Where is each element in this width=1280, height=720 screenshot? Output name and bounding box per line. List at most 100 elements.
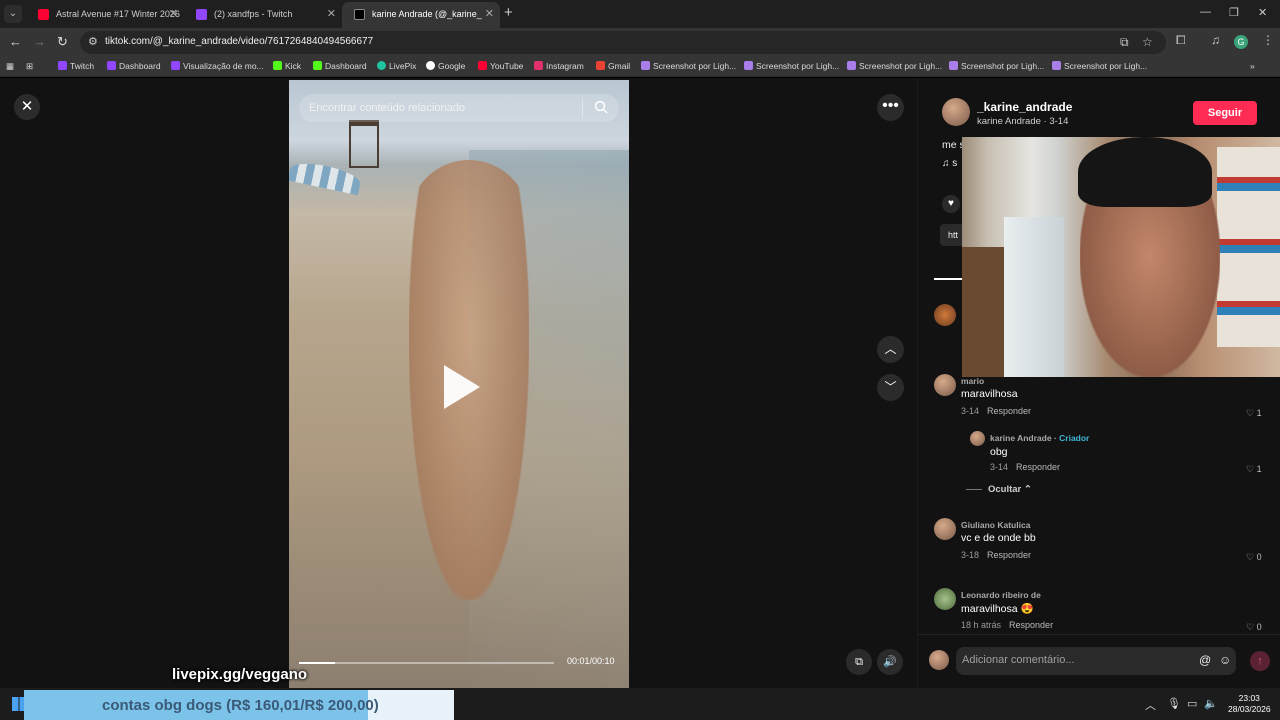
comment-author[interactable]: Giuliano Katulica bbox=[961, 520, 1030, 530]
reply-author[interactable]: karine Andrade · Criador bbox=[990, 433, 1089, 443]
instagram-icon bbox=[534, 61, 543, 70]
comment-like[interactable]: ♡ 1 bbox=[1246, 408, 1262, 419]
webcam-door bbox=[1004, 217, 1064, 377]
install-icon[interactable]: ⧉ bbox=[1120, 35, 1129, 50]
more-bookmarks-icon[interactable]: » bbox=[1250, 61, 1255, 71]
search-icon[interactable] bbox=[593, 99, 609, 115]
send-icon[interactable]: ↑ bbox=[1250, 651, 1270, 671]
restore-icon[interactable]: ❐ bbox=[1229, 6, 1239, 19]
menu-icon[interactable]: ⋮ bbox=[1262, 33, 1274, 47]
minimize-icon[interactable]: — bbox=[1200, 6, 1211, 18]
system-clock[interactable]: 23:03 28/03/2026 bbox=[1228, 693, 1271, 715]
music-link[interactable]: ♫ s bbox=[942, 158, 957, 169]
previous-video-icon[interactable]: ︿ bbox=[877, 336, 904, 363]
reload-icon[interactable]: ↻ bbox=[57, 34, 68, 50]
url-text[interactable]: tiktok.com/@_karine_andrade/video/761726… bbox=[105, 36, 373, 47]
bookmark-item[interactable]: Visualização de mo... bbox=[171, 61, 264, 71]
tab-close-icon[interactable]: ✕ bbox=[169, 2, 178, 26]
close-icon[interactable]: ✕ bbox=[14, 94, 40, 120]
tab-youtube[interactable]: Astral Avenue #17 Winter 2026 ✕ bbox=[26, 2, 184, 28]
livepix-overlay: livepix.gg/veggano bbox=[172, 666, 308, 683]
tab-search-icon[interactable]: ⌄ bbox=[4, 5, 22, 23]
bookmark-item[interactable]: Kick bbox=[273, 61, 301, 71]
author-avatar[interactable] bbox=[942, 98, 970, 126]
comment-placeholder: Adicionar comentário... bbox=[962, 654, 1075, 666]
comment-like[interactable]: ♡ 1 bbox=[1246, 464, 1262, 475]
heart-icon[interactable]: ♥ bbox=[942, 195, 960, 213]
bookmark-item[interactable]: Dashboard bbox=[313, 61, 367, 71]
bookmark-item[interactable]: Instagram bbox=[534, 61, 584, 71]
reply-link[interactable]: Responder bbox=[1009, 620, 1053, 630]
site-settings-icon[interactable]: ⚙ bbox=[88, 35, 98, 48]
hide-replies-button[interactable]: Ocultar ⌃ bbox=[966, 484, 1032, 495]
more-options-icon[interactable]: ••• bbox=[877, 94, 904, 121]
comment-author[interactable]: Leonardo ribeiro de bbox=[961, 590, 1041, 600]
tab-twitch[interactable]: (2) xandfps - Twitch ✕ bbox=[184, 2, 342, 28]
bookmark-item[interactable]: Screenshot por Ligh... bbox=[1052, 61, 1147, 71]
twitch-icon bbox=[196, 9, 207, 20]
comment-author[interactable]: mario bbox=[961, 376, 984, 386]
comment-like[interactable]: ♡ 0 bbox=[1246, 552, 1262, 563]
bookmark-item[interactable]: LivePix bbox=[377, 61, 416, 71]
livepix-icon bbox=[377, 61, 386, 70]
bookmark-item[interactable]: Twitch bbox=[58, 61, 94, 71]
media-icon[interactable]: ♫ bbox=[1211, 33, 1220, 47]
commenter-avatar[interactable] bbox=[934, 518, 956, 540]
comment-meta: 3-18 Responder bbox=[961, 550, 1031, 560]
bookmark-item[interactable]: Dashboard bbox=[107, 61, 161, 71]
commenter-avatar[interactable] bbox=[934, 374, 956, 396]
floating-player-icon[interactable]: ⧉ bbox=[846, 649, 872, 675]
comment-date: 18 h atrás bbox=[961, 620, 1002, 630]
close-window-icon[interactable]: ✕ bbox=[1258, 6, 1267, 19]
apps-icon[interactable]: ▦ bbox=[6, 61, 14, 72]
volume-icon[interactable]: 🔊 bbox=[877, 649, 903, 675]
speaker-icon[interactable]: 🔈 bbox=[1204, 697, 1218, 710]
video-progress-fill bbox=[299, 662, 335, 664]
next-video-icon[interactable]: ﹀ bbox=[877, 374, 904, 401]
play-icon[interactable] bbox=[444, 365, 480, 409]
emoji-icon[interactable]: ☺ bbox=[1219, 653, 1231, 667]
reply-link[interactable]: Responder bbox=[987, 406, 1031, 416]
author-username[interactable]: _karine_andrade bbox=[977, 100, 1072, 114]
extensions-icon[interactable]: ⧠ bbox=[1176, 33, 1186, 48]
microphone-icon[interactable]: 🎙 bbox=[1167, 697, 1181, 710]
bookmark-label: YouTube bbox=[490, 61, 524, 71]
address-bar[interactable]: ⚙ tiktok.com/@_karine_andrade/video/7617… bbox=[80, 31, 1166, 54]
comment-like[interactable]: ♡ 0 bbox=[1246, 622, 1262, 633]
grid-icon[interactable]: ⊞ bbox=[26, 61, 33, 72]
related-search-input[interactable]: Encontrar conteúdo relacionado bbox=[299, 94, 619, 122]
back-icon[interactable]: ← bbox=[9, 34, 22, 49]
video-progress-bar[interactable] bbox=[299, 662, 554, 664]
tab-close-icon[interactable]: ✕ bbox=[485, 2, 494, 26]
bookmark-item[interactable]: Screenshot por Ligh... bbox=[847, 61, 942, 71]
tray-chevron-icon[interactable]: ︿ bbox=[1145, 697, 1156, 713]
webcam-cabinet bbox=[962, 247, 1008, 377]
commenter-avatar[interactable] bbox=[934, 304, 956, 326]
bookmark-item[interactable]: Google bbox=[426, 61, 465, 71]
bookmark-item[interactable]: Screenshot por Ligh... bbox=[949, 61, 1044, 71]
profile-avatar[interactable]: G bbox=[1234, 35, 1248, 49]
webcam-shelf bbox=[1217, 147, 1280, 347]
bookmark-item[interactable]: Screenshot por Ligh... bbox=[641, 61, 736, 71]
reply-link[interactable]: Responder bbox=[1016, 462, 1060, 472]
video-player[interactable]: Encontrar conteúdo relacionado 00:01/00:… bbox=[289, 80, 629, 688]
mention-icon[interactable]: @ bbox=[1199, 653, 1211, 667]
bookmark-star-icon[interactable]: ☆ bbox=[1142, 35, 1153, 49]
tab-tiktok[interactable]: karine Andrade (@_karine_ ✕ bbox=[342, 2, 500, 28]
author-subtitle: karine Andrade · 3-14 bbox=[977, 116, 1069, 127]
comment-text: obg bbox=[990, 446, 1008, 458]
reply-link[interactable]: Responder bbox=[987, 550, 1031, 560]
new-tab-icon[interactable]: + bbox=[504, 4, 513, 21]
follow-button[interactable]: Seguir bbox=[1193, 101, 1257, 125]
bookmark-item[interactable]: Gmail bbox=[596, 61, 630, 71]
tab-label: Astral Avenue #17 Winter 2026 bbox=[56, 9, 180, 19]
network-icon[interactable]: ▭ bbox=[1187, 697, 1197, 710]
tab-close-icon[interactable]: ✕ bbox=[327, 2, 336, 26]
forward-icon[interactable]: → bbox=[33, 34, 46, 49]
twitch-icon bbox=[58, 61, 67, 70]
comment-input[interactable]: Adicionar comentário... @ ☺ bbox=[956, 647, 1236, 675]
bookmark-item[interactable]: Screenshot por Ligh... bbox=[744, 61, 839, 71]
creator-avatar[interactable] bbox=[970, 431, 985, 446]
commenter-avatar[interactable] bbox=[934, 588, 956, 610]
bookmark-item[interactable]: YouTube bbox=[478, 61, 523, 71]
